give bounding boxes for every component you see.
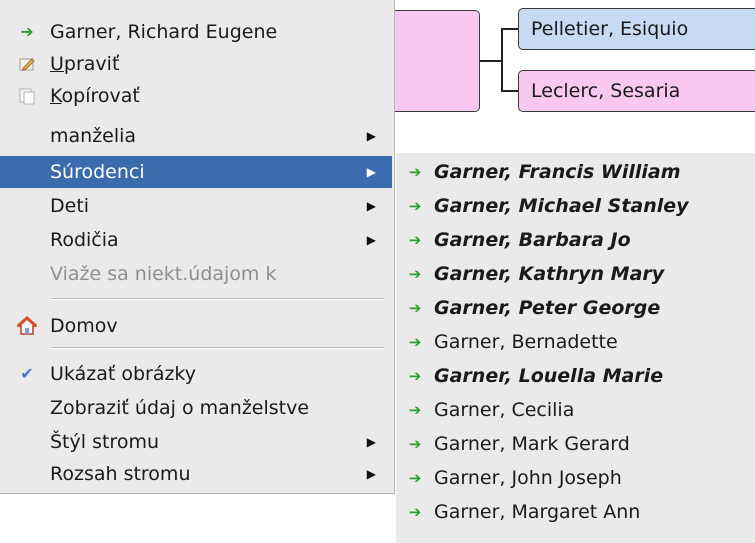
submenu-arrow-icon: ▶ [366, 467, 376, 481]
menu-item-edit[interactable]: Upraviť [0, 48, 392, 80]
menu-item-label: Viaže sa niekt.údajom k [50, 263, 277, 285]
menu-item-home[interactable]: Domov [0, 310, 392, 342]
person-arrow-icon: ➔ [20, 22, 34, 41]
sibling-item[interactable]: ➔ Garner, Michael Stanley [396, 189, 755, 223]
person-arrow-icon: ➔ [408, 367, 422, 385]
menu-item-children[interactable]: Deti ▶ [0, 190, 392, 222]
siblings-submenu: ➔ Garner, Francis William ➔ Garner, Mich… [396, 153, 755, 543]
home-icon [16, 310, 38, 342]
menu-item-label: Rodičia [50, 229, 119, 251]
person-arrow-icon: ➔ [408, 469, 422, 487]
check-icon: ✔ [20, 364, 34, 383]
menu-item-spouses[interactable]: manželia ▶ [0, 120, 392, 152]
sibling-name: Garner, Louella Marie [434, 365, 664, 387]
menu-item-label: Ukázať obrázky [50, 363, 197, 385]
person-arrow-icon: ➔ [408, 265, 422, 283]
father-box[interactable]: Pelletier, Esiquio [518, 8, 755, 50]
person-arrow-icon: ➔ [408, 333, 422, 351]
menu-item-parents[interactable]: Rodičia ▶ [0, 224, 392, 256]
menu-item-tree-style[interactable]: Štýl stromu ▶ [0, 426, 392, 458]
sibling-name: Garner, Michael Stanley [434, 195, 689, 217]
sibling-name: Garner, Mark Gerard [434, 433, 630, 455]
mother-box[interactable]: Leclerc, Sesaria [518, 70, 755, 112]
person-arrow-icon: ➔ [408, 299, 422, 317]
person-arrow-icon: ➔ [408, 163, 422, 181]
menu-item-label: Upraviť [50, 53, 120, 75]
sibling-name: Garner, Bernadette [434, 331, 618, 353]
menu-item-marriage-info[interactable]: Zobraziť údaj o manželstve [0, 392, 392, 424]
sibling-item[interactable]: ➔ Garner, Barbara Jo [396, 223, 755, 257]
edit-icon [16, 48, 38, 80]
menu-item-label: Garner, Richard Eugene [50, 21, 278, 43]
menu-separator [52, 347, 384, 349]
menu-item-label: Rozsah stromu [50, 463, 191, 485]
menu-item-tree-size[interactable]: Rozsah stromu ▶ [0, 458, 392, 490]
sibling-item[interactable]: ➔ Garner, Margaret Ann [396, 495, 755, 529]
menu-item-label: Súrodenci [50, 161, 145, 183]
person-arrow-icon: ➔ [408, 401, 422, 419]
menu-item-siblings[interactable]: Súrodenci ▶ [0, 156, 392, 188]
menu-item-label: Kopírovať [50, 85, 140, 107]
submenu-arrow-icon: ▶ [366, 233, 376, 247]
person-arrow-icon: ➔ [408, 435, 422, 453]
sibling-name: Garner, Margaret Ann [434, 501, 641, 523]
submenu-arrow-icon: ▶ [366, 199, 376, 213]
menu-item-copy[interactable]: Kopírovať [0, 80, 392, 112]
sibling-name: Garner, Francis William [434, 161, 681, 183]
sibling-item[interactable]: ➔ Garner, Francis William [396, 155, 755, 189]
copy-icon [16, 80, 38, 112]
connector-line [501, 28, 503, 92]
menu-item-show-images[interactable]: ✔ Ukázať obrázky [0, 358, 392, 390]
connector-line [501, 90, 519, 92]
connector-line [480, 60, 502, 62]
sibling-name: Garner, Barbara Jo [434, 229, 631, 251]
menu-item-label: Domov [50, 315, 118, 337]
sibling-item[interactable]: ➔ Garner, Mark Gerard [396, 427, 755, 461]
menu-item-label: manželia [50, 125, 137, 147]
menu-item-label: Deti [50, 195, 90, 217]
sibling-item[interactable]: ➔ Garner, Bernadette [396, 325, 755, 359]
person-arrow-icon: ➔ [408, 197, 422, 215]
sibling-name: Garner, Peter George [434, 297, 661, 319]
submenu-arrow-icon: ▶ [366, 165, 376, 179]
person-arrow-icon: ➔ [408, 231, 422, 249]
father-name: Pelletier, Esiquio [531, 18, 689, 40]
menu-item-related: Viaže sa niekt.údajom k [0, 258, 392, 290]
sibling-name: Garner, John Joseph [434, 467, 622, 489]
center-person-box[interactable] [380, 10, 480, 112]
context-menu: ➔ Garner, Richard Eugene Upraviť Kopírov… [0, 0, 395, 494]
submenu-arrow-icon: ▶ [366, 435, 376, 449]
sibling-item[interactable]: ➔ Garner, John Joseph [396, 461, 755, 495]
person-arrow-icon: ➔ [408, 503, 422, 521]
sibling-item[interactable]: ➔ Garner, Louella Marie [396, 359, 755, 393]
sibling-name: Garner, Kathryn Mary [434, 263, 665, 285]
menu-item-active-person[interactable]: ➔ Garner, Richard Eugene [0, 16, 392, 48]
sibling-item[interactable]: ➔ Garner, Cecilia [396, 393, 755, 427]
sibling-name: Garner, Cecilia [434, 399, 575, 421]
menu-item-label: Štýl stromu [50, 431, 159, 453]
sibling-item[interactable]: ➔ Garner, Peter George [396, 291, 755, 325]
submenu-arrow-icon: ▶ [366, 129, 376, 143]
menu-item-label: Zobraziť údaj o manželstve [50, 397, 310, 419]
menu-separator [52, 298, 384, 300]
connector-line [501, 28, 519, 30]
mother-name: Leclerc, Sesaria [531, 80, 681, 102]
sibling-item[interactable]: ➔ Garner, Kathryn Mary [396, 257, 755, 291]
